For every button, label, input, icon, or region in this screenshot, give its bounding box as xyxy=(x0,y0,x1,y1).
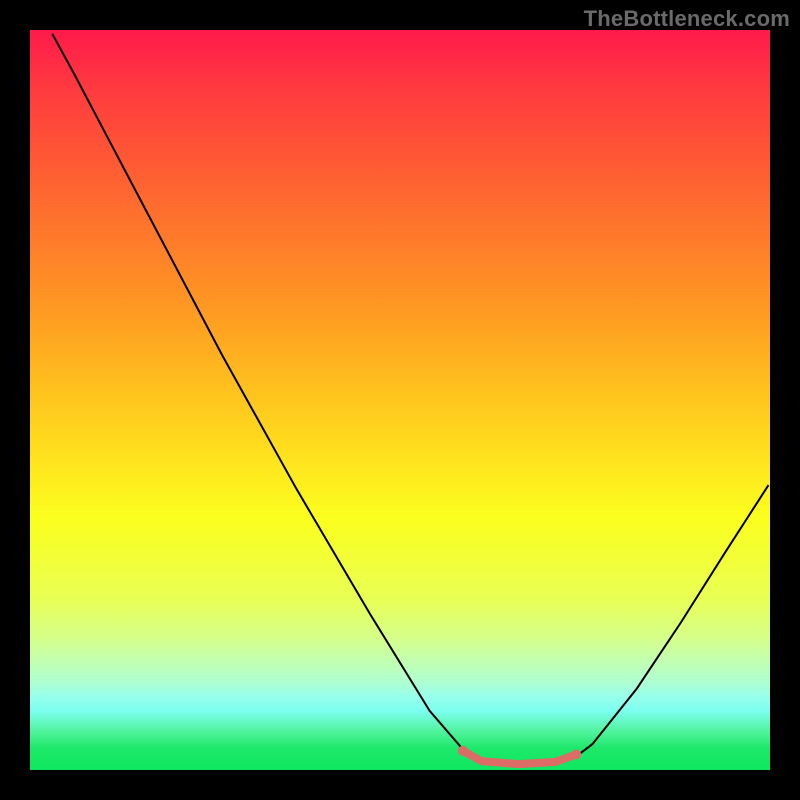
chart-frame: TheBottleneck.com xyxy=(0,0,800,800)
highlight-endpoint-right xyxy=(571,749,581,759)
series-curve xyxy=(52,34,768,766)
watermark-text: TheBottleneck.com xyxy=(584,6,790,32)
highlight-endpoint-left xyxy=(458,746,468,756)
series-highlight-flat xyxy=(463,751,576,764)
curve-layer xyxy=(30,30,770,770)
